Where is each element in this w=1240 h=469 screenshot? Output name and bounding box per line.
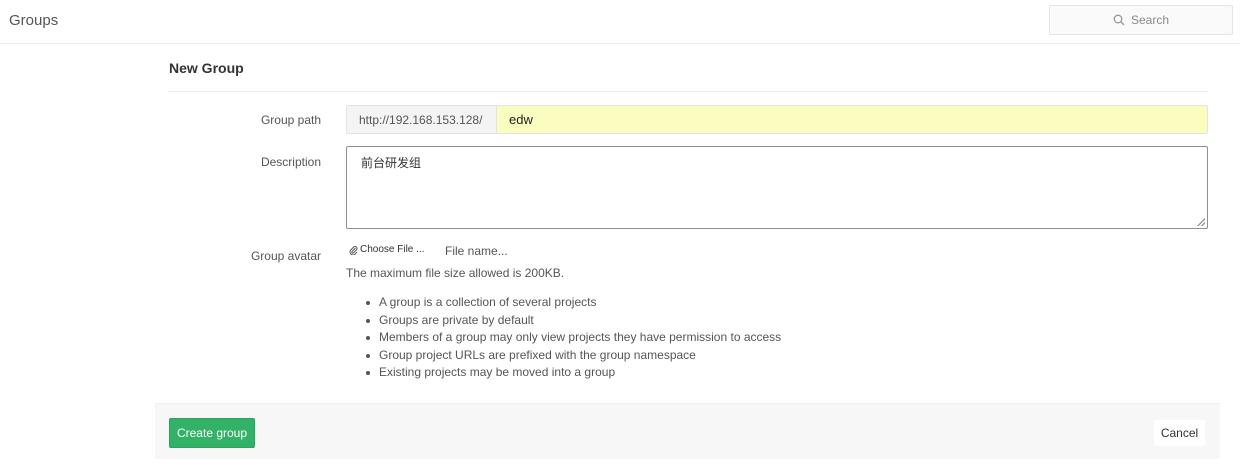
choose-file-button[interactable]: Choose File ... xyxy=(349,244,424,255)
group-info-list: A group is a collection of several proje… xyxy=(362,294,781,382)
list-item: Members of a group may only view project… xyxy=(362,329,781,347)
group-path-field: http://192.168.153.128/ edw xyxy=(346,105,1208,134)
search-icon xyxy=(1113,14,1125,26)
list-item: Existing projects may be moved into a gr… xyxy=(362,364,781,382)
group-path-input[interactable]: edw xyxy=(497,106,1207,133)
file-size-help: The maximum file size allowed is 200KB. xyxy=(346,266,565,280)
title-divider xyxy=(168,91,1208,92)
form-actions: Create group Cancel xyxy=(155,403,1220,459)
top-bar: Groups Search xyxy=(0,0,1240,44)
page-header-title: Groups xyxy=(9,12,59,29)
paperclip-icon xyxy=(349,245,358,255)
description-value: 前台研发组 xyxy=(361,156,422,170)
group-avatar-label: Group avatar xyxy=(250,249,321,263)
form-title: New Group xyxy=(169,60,244,76)
group-path-prefix: http://192.168.153.128/ xyxy=(347,106,497,133)
list-item: Group project URLs are prefixed with the… xyxy=(362,347,781,365)
group-path-label: Group path xyxy=(260,113,321,127)
search-placeholder: Search xyxy=(1130,13,1170,27)
description-label: Description xyxy=(260,155,321,169)
choose-file-label: Choose File ... xyxy=(360,244,425,255)
cancel-button[interactable]: Cancel xyxy=(1154,420,1205,446)
resize-handle[interactable] xyxy=(1197,218,1205,226)
description-textarea[interactable]: 前台研发组 xyxy=(346,146,1208,229)
file-name-text: File name... xyxy=(445,244,508,258)
list-item: A group is a collection of several proje… xyxy=(362,294,781,312)
create-group-button[interactable]: Create group xyxy=(169,418,255,448)
list-item: Groups are private by default xyxy=(362,312,781,330)
search-input[interactable]: Search xyxy=(1049,5,1233,35)
